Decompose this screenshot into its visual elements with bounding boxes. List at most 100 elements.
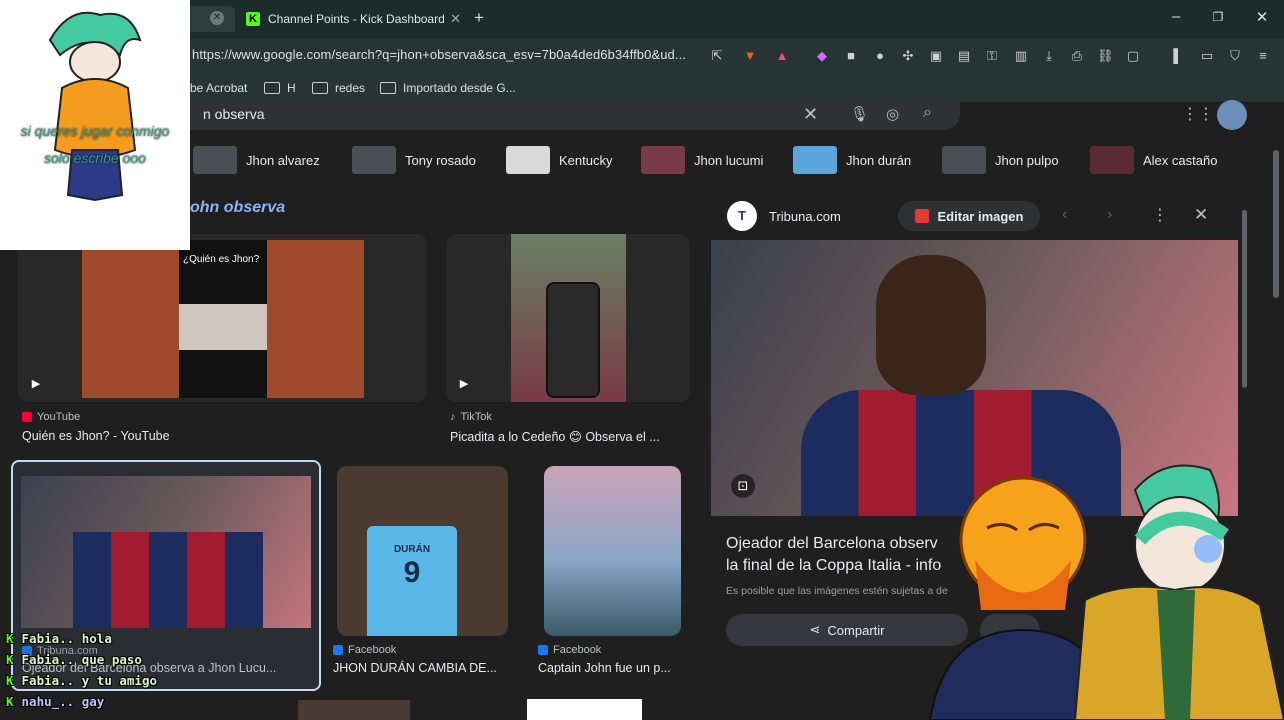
- lens-icon[interactable]: ◎: [886, 105, 899, 123]
- search-input[interactable]: [150, 100, 960, 130]
- page-scrollbar[interactable]: [1273, 150, 1279, 298]
- chip-kentucky[interactable]: Kentucky: [506, 144, 612, 176]
- bookmark-importado[interactable]: Importado desde G...: [380, 81, 516, 95]
- chip-alex-castano[interactable]: Alex castaño: [1090, 144, 1217, 176]
- phone-image: [546, 282, 600, 398]
- extension-icon[interactable]: ▤: [956, 48, 972, 64]
- result-source: Facebook: [333, 644, 396, 656]
- close-tab-icon[interactable]: ✕: [210, 11, 224, 25]
- result-thumbnail[interactable]: DURÁN 9: [337, 466, 508, 636]
- result-thumbnail[interactable]: ¿Quién es Jhon? ▶: [18, 234, 427, 402]
- folder-icon: [380, 82, 396, 94]
- result-title[interactable]: Quién es Jhon? - YouTube: [22, 429, 170, 443]
- result-title[interactable]: JHON DURÁN CAMBIA DE...: [333, 661, 497, 675]
- menu-icon[interactable]: ≡: [1255, 48, 1271, 64]
- copyright-notice: Es posible que las imágenes estén sujeta…: [726, 585, 948, 597]
- bookmark-h[interactable]: H: [264, 81, 296, 95]
- preview-site[interactable]: Tribuna.com: [769, 209, 841, 224]
- result-thumbnail[interactable]: [298, 700, 410, 720]
- puzzle-icon[interactable]: ✣: [900, 48, 916, 64]
- share-icon: ⋖: [809, 622, 821, 637]
- rewards-icon[interactable]: ▲: [774, 48, 790, 64]
- extension-icon[interactable]: ●: [872, 48, 888, 64]
- next-icon[interactable]: ›: [1107, 206, 1112, 224]
- chip-label: Tony rosado: [405, 152, 476, 168]
- tab-kick-dashboard[interactable]: K Channel Points - Kick Dashboard ✕: [240, 6, 471, 32]
- chip-thumbnail: [506, 146, 550, 174]
- chip-jhon-alvarez[interactable]: Jhon alvarez: [193, 144, 320, 176]
- result-source: YouTube: [22, 411, 80, 423]
- share-icon[interactable]: ⇱: [709, 48, 725, 64]
- address-bar[interactable]: https://www.google.com/search?q=jhon+obs…: [192, 47, 686, 62]
- result-title[interactable]: Captain John fue un p...: [538, 661, 671, 675]
- result-thumbnail[interactable]: [544, 466, 681, 636]
- preview-scrollbar[interactable]: [1242, 210, 1247, 388]
- microphone-icon[interactable]: 🎙: [850, 105, 869, 123]
- close-preview-icon[interactable]: ✕: [1194, 205, 1208, 225]
- sidebar-icon[interactable]: ▌: [1170, 48, 1186, 64]
- apps-grid-icon[interactable]: ⋮⋮: [1182, 104, 1214, 124]
- edit-image-button[interactable]: Editar imagen: [898, 201, 1040, 231]
- chip-label: Kentucky: [559, 152, 613, 168]
- result-thumbnail[interactable]: ▶: [446, 234, 690, 402]
- result-thumbnail[interactable]: [527, 699, 642, 720]
- youtube-icon: [22, 412, 32, 422]
- chip-jhon-duran[interactable]: Jhon durán: [793, 144, 911, 176]
- result-title[interactable]: Picadita a lo Cedeño 😊 Observa el ...: [450, 429, 660, 444]
- print-icon[interactable]: ⎙: [1069, 48, 1085, 64]
- clear-search-icon[interactable]: ✕: [803, 104, 818, 125]
- player-face: [876, 255, 986, 395]
- extension-icon[interactable]: ■: [843, 48, 859, 64]
- more-options-icon[interactable]: ⋮: [1152, 205, 1168, 225]
- search-icon[interactable]: ⌕: [923, 104, 932, 122]
- maximize-button[interactable]: ❐: [1208, 10, 1228, 24]
- search-query[interactable]: n observa: [203, 106, 264, 122]
- browser-toolbar: https://www.google.com/search?q=jhon+obs…: [0, 38, 1284, 76]
- chip-label: Alex castaño: [1143, 152, 1218, 168]
- close-tab-icon[interactable]: ✕: [450, 11, 461, 27]
- chat-text: gay: [81, 694, 105, 709]
- kick-icon: K: [246, 12, 260, 26]
- chip-jhon-lucumi[interactable]: Jhon lucumi: [641, 144, 763, 176]
- chip-label: Jhon lucumi: [694, 152, 764, 168]
- chat-user: nahu_..: [21, 694, 75, 709]
- chip-thumbnail: [793, 146, 837, 174]
- chip-tony-rosado[interactable]: Tony rosado: [352, 144, 476, 176]
- tiktok-icon: ♪: [450, 411, 456, 423]
- save-icon[interactable]: ▥: [1013, 48, 1029, 64]
- pdf-icon: [914, 209, 929, 223]
- minimize-button[interactable]: –: [1166, 8, 1186, 25]
- headline-line: la final de la Coppa Italia - info: [726, 557, 942, 574]
- share-label: Compartir: [827, 622, 885, 638]
- chip-thumbnail: [193, 146, 237, 174]
- bookmark-label: be Acrobat: [190, 81, 248, 95]
- chat-text: que paso: [81, 652, 142, 667]
- brave-shield-icon[interactable]: ▼: [742, 48, 758, 64]
- link-icon[interactable]: ⛓: [1097, 48, 1114, 64]
- new-tab-button[interactable]: +: [474, 8, 484, 28]
- lens-icon[interactable]: ⊡: [731, 474, 755, 498]
- source-label: Facebook: [553, 644, 602, 656]
- screenshot-icon[interactable]: ▢: [1125, 48, 1141, 64]
- chat-message: Knahu_.. gay: [6, 694, 104, 709]
- chat-user: Fabia..: [21, 673, 75, 688]
- key-icon[interactable]: ⚿: [984, 48, 1000, 64]
- extension-icon[interactable]: ◆: [814, 48, 830, 64]
- tab-title: Channel Points - Kick Dashboard: [268, 12, 445, 26]
- close-window-button[interactable]: ✕: [1252, 8, 1272, 26]
- wallet-icon[interactable]: ▭: [1199, 48, 1215, 64]
- avatar[interactable]: [1217, 100, 1247, 130]
- previous-icon[interactable]: ‹: [1062, 206, 1067, 224]
- bookmark-redes[interactable]: redes: [312, 81, 365, 95]
- vpn-shield-icon[interactable]: ⛉: [1227, 48, 1243, 64]
- chip-jhon-pulpo[interactable]: Jhon pulpo: [942, 144, 1059, 176]
- edit-image-label: Editar imagen: [937, 208, 1024, 224]
- source-label: Facebook: [348, 644, 397, 656]
- results-heading[interactable]: ohn observa: [190, 199, 285, 217]
- bookmark-acrobat[interactable]: be Acrobat: [190, 81, 247, 95]
- extension-icon[interactable]: ▣: [928, 48, 944, 64]
- download-icon[interactable]: ⤓: [1041, 48, 1057, 64]
- kick-icon: K: [6, 631, 14, 646]
- preview-headline[interactable]: Ojeador del Barcelona observ la final de…: [726, 533, 941, 577]
- thumbnail-person: [179, 304, 267, 350]
